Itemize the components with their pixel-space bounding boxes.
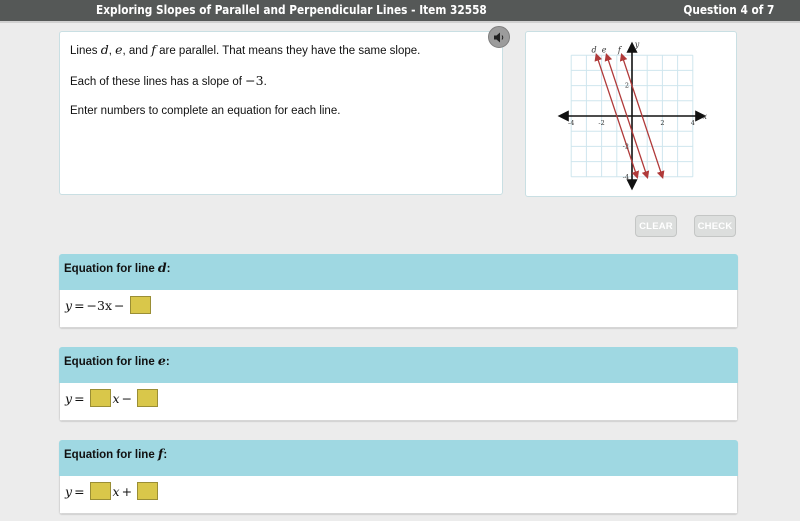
graph-card: -4 -2 2 4 2 -2 -4 x y d e f bbox=[525, 31, 737, 197]
text: are parallel. That means they have the s… bbox=[155, 45, 421, 57]
x-tick-label: -2 bbox=[598, 119, 604, 127]
intercept-answer-box[interactable] bbox=[137, 389, 159, 407]
equation-body: y = x + bbox=[59, 476, 738, 514]
text: : bbox=[166, 263, 171, 275]
equation-row: y = x + bbox=[65, 481, 160, 501]
coordinate-graph: -4 -2 2 4 2 -2 -4 x y d e f bbox=[557, 40, 708, 191]
slope-value: −3 bbox=[245, 73, 264, 88]
equation-card-d: Equation for line d: y = −3x − bbox=[59, 254, 738, 328]
line-label-f: f bbox=[617, 46, 623, 55]
y-tick-label: -2 bbox=[623, 142, 629, 150]
line-label-d: d bbox=[591, 46, 596, 55]
line-var: d bbox=[157, 260, 167, 275]
eq-equals: = bbox=[74, 483, 85, 499]
y-axis-label: y bbox=[634, 40, 640, 49]
line-label-e: e bbox=[602, 46, 607, 55]
activity-title: Exploring Slopes of Parallel and Perpend… bbox=[96, 3, 487, 17]
check-button[interactable]: CHECK bbox=[694, 215, 736, 237]
eq-y: y bbox=[65, 483, 73, 499]
clear-button[interactable]: CLEAR bbox=[635, 215, 677, 237]
x-tick-label: -4 bbox=[568, 119, 574, 127]
eq-operator: + bbox=[121, 483, 133, 499]
text: : bbox=[163, 449, 168, 461]
text: Each of these lines has a slope of bbox=[70, 76, 246, 88]
prompt-line-3: Enter numbers to complete an equation fo… bbox=[70, 105, 341, 117]
eq-equals: = bbox=[74, 390, 85, 406]
eq-y: y bbox=[65, 297, 73, 313]
prompt-line-2: Each of these lines has a slope of −3. bbox=[70, 73, 267, 88]
eq-x: x bbox=[112, 390, 120, 406]
eq-equals: = bbox=[74, 297, 85, 313]
equation-header: Equation for line d: bbox=[59, 254, 738, 290]
equation-card-e: Equation for line e: y = x − bbox=[59, 347, 738, 421]
question-counter: Question 4 of 7 bbox=[683, 3, 774, 17]
speaker-icon bbox=[494, 32, 504, 43]
equation-row: y = −3x − bbox=[65, 295, 153, 315]
var-e: e bbox=[115, 42, 123, 57]
intercept-answer-box[interactable] bbox=[137, 482, 159, 500]
equation-row: y = x − bbox=[65, 388, 160, 408]
equation-body: y = x − bbox=[59, 383, 738, 421]
title-bar: Exploring Slopes of Parallel and Perpend… bbox=[0, 0, 800, 23]
y-tick-label: 2 bbox=[625, 82, 629, 90]
text: Equation for line bbox=[64, 263, 158, 275]
eq-operator: − bbox=[114, 297, 125, 313]
audio-button[interactable] bbox=[488, 26, 510, 48]
eq-slope-term: −3x bbox=[86, 297, 113, 313]
prompt-card: Lines d, e, and f are parallel. That mea… bbox=[59, 31, 503, 195]
slope-answer-box[interactable] bbox=[89, 389, 111, 407]
x-tick-label: 4 bbox=[691, 119, 695, 127]
y-tick-label: -4 bbox=[623, 173, 629, 181]
text: Equation for line bbox=[64, 356, 158, 368]
intercept-answer-box[interactable] bbox=[129, 296, 151, 314]
text: : bbox=[165, 356, 170, 368]
text: Lines bbox=[70, 45, 101, 57]
slope-answer-box[interactable] bbox=[89, 482, 111, 500]
x-tick-label: 2 bbox=[660, 119, 664, 127]
x-axis-label: x bbox=[703, 112, 708, 121]
equation-header: Equation for line e: bbox=[59, 347, 738, 383]
text: Equation for line bbox=[64, 449, 158, 461]
var-d: d bbox=[100, 42, 109, 57]
equation-header: Equation for line f: bbox=[59, 440, 738, 476]
equation-body: y = −3x − bbox=[59, 290, 738, 328]
equation-card-f: Equation for line f: y = x + bbox=[59, 440, 738, 514]
eq-operator: − bbox=[121, 390, 133, 406]
text: , and bbox=[122, 45, 152, 57]
text: . bbox=[263, 76, 267, 88]
prompt-line-1: Lines d, e, and f are parallel. That mea… bbox=[70, 42, 420, 57]
line-var: e bbox=[157, 353, 166, 368]
eq-y: y bbox=[65, 390, 73, 406]
eq-x: x bbox=[112, 483, 120, 499]
